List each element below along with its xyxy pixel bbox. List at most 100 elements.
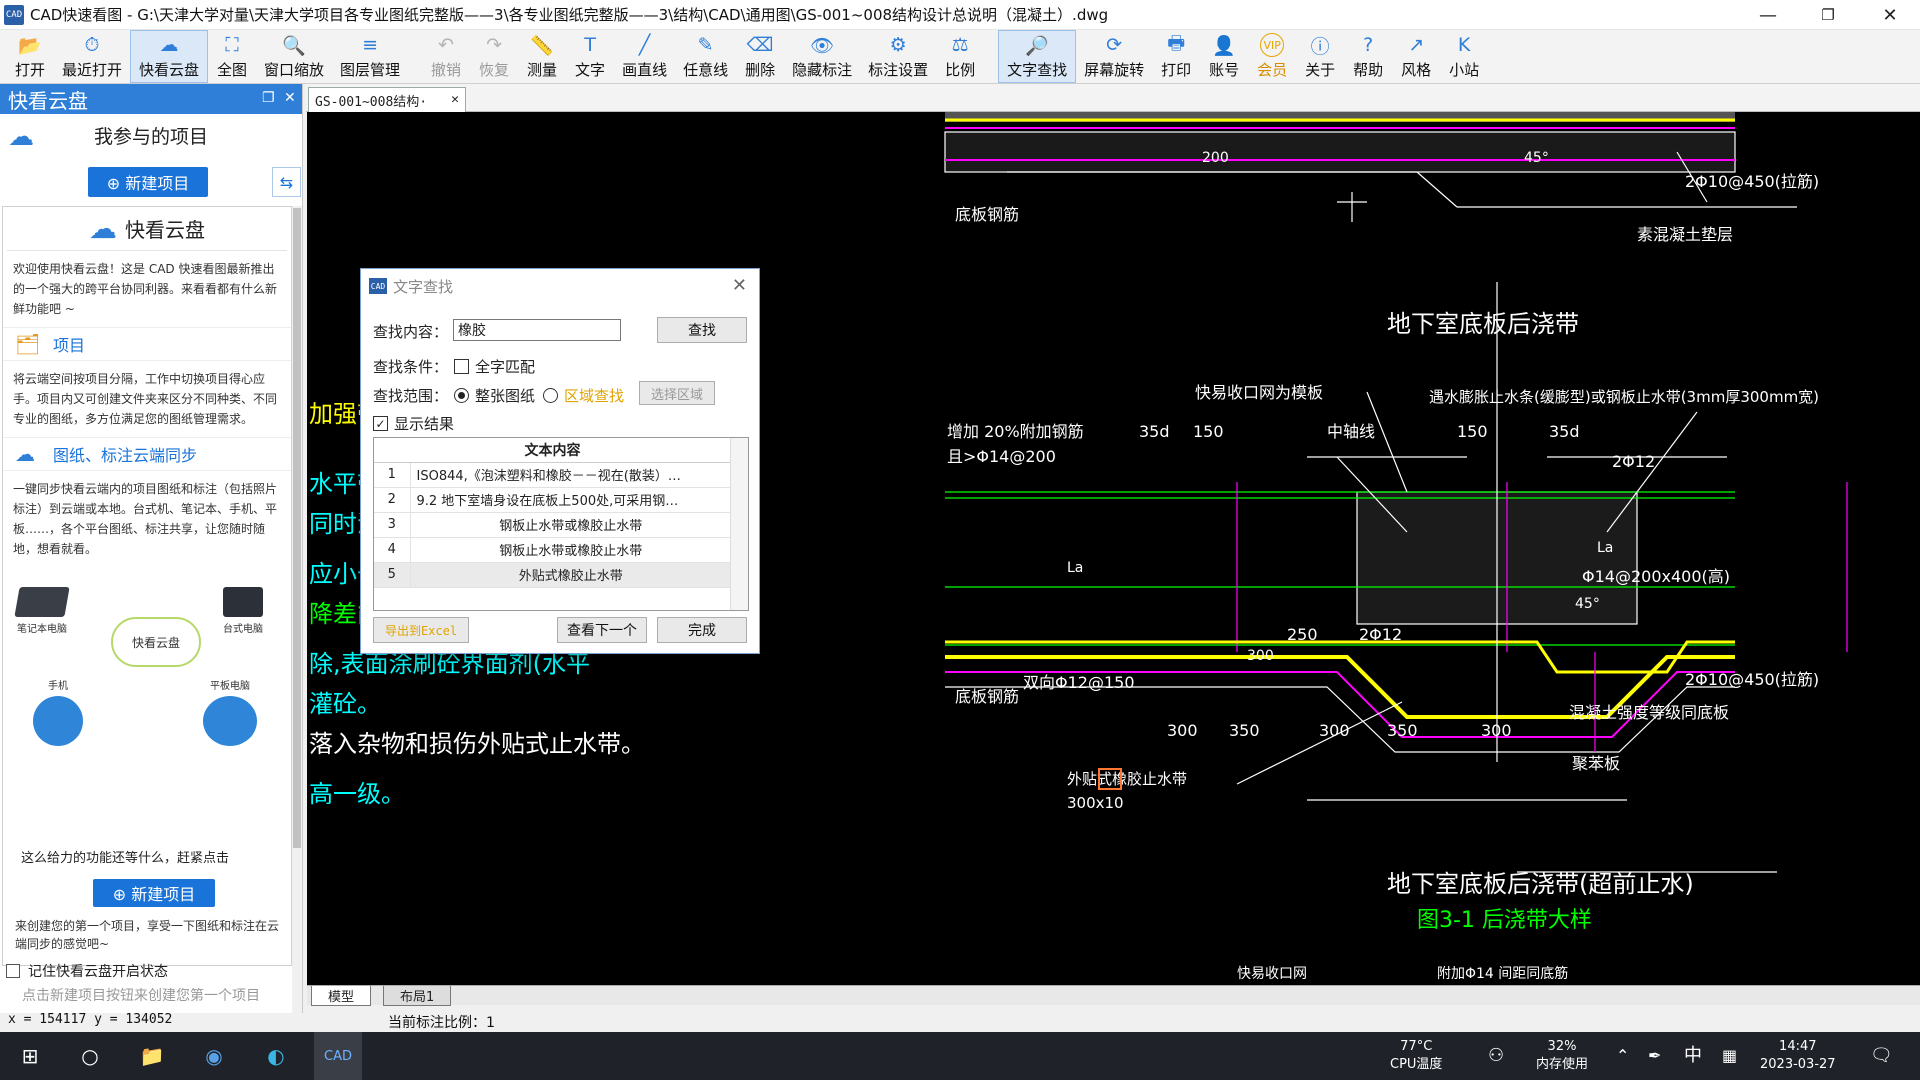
full-match-checkbox[interactable] — [454, 359, 470, 374]
done-button[interactable]: 完成 — [657, 617, 747, 643]
ime-indicator[interactable]: 中 — [1684, 1032, 1702, 1080]
tab-model[interactable]: 模型 — [311, 986, 372, 1006]
find-button[interactable]: 查找 — [657, 317, 747, 343]
toolbar-redo-button[interactable]: ↷ 恢复 — [470, 30, 518, 83]
dialog-close-button[interactable]: ✕ — [732, 275, 747, 296]
app-icon-1[interactable]: ◉ — [190, 1032, 238, 1080]
toolbar-label: 打印 — [1161, 61, 1192, 79]
toolbar-undo-button[interactable]: ↶ 撤销 — [422, 30, 470, 83]
notification-icon[interactable]: 🗨 — [1870, 1032, 1893, 1080]
cad-label-polystyrene: 聚苯板 — [1572, 754, 1620, 773]
final-text: 来创建您的第一个项目，享受一下图纸和标注在云端同步的感觉吧~ — [15, 919, 280, 951]
help-icon: ? — [1363, 34, 1374, 56]
result-row[interactable]: 3 钢板止水带或橡胶止水带 — [374, 512, 731, 538]
toolbar-line-button[interactable]: ╱ 画直线 — [614, 30, 675, 83]
measure-icon: 📏 — [530, 34, 554, 57]
toolbar-scale-button[interactable]: ⚖ 比例 — [936, 30, 984, 83]
toolbar-fit-button[interactable]: ⛶ 全图 — [208, 30, 256, 83]
toolbar-pen-button[interactable]: ✎ 任意线 — [675, 30, 736, 83]
panel-close-button[interactable]: ✕ — [284, 90, 296, 106]
result-index: 1 — [374, 462, 411, 488]
laptop-icon — [14, 587, 70, 617]
toolbar-layers-button[interactable]: ≡ 图层管理 — [332, 30, 408, 83]
panel-restore-button[interactable]: ❐ — [262, 90, 275, 106]
sync-icon[interactable]: ⇆ — [272, 167, 301, 197]
result-row[interactable]: 5 外贴式橡胶止水带 — [374, 562, 731, 588]
user-icon: 👤 — [1212, 34, 1236, 57]
result-row[interactable]: 2 9.2 地下室墙身设在底板上500处,可采用钢… — [374, 487, 731, 513]
result-row[interactable]: 4 钢板止水带或橡胶止水带 — [374, 537, 731, 563]
results-scrollbar[interactable] — [730, 438, 748, 610]
scale-icon: ⚖ — [951, 34, 969, 56]
toolbar-text-button[interactable]: T 文字 — [566, 30, 614, 83]
clock[interactable]: 14:47 2023-03-27 — [1760, 1032, 1836, 1080]
file-explorer-icon[interactable]: 📁 — [128, 1032, 176, 1080]
show-results-checkbox[interactable]: ✓ — [373, 416, 388, 431]
toolbar-vip-button[interactable]: VIP 会员 — [1248, 30, 1296, 83]
toolbar-folder-button[interactable]: 📂 打开 — [6, 30, 54, 83]
panel-scrollbar[interactable] — [292, 206, 302, 1016]
toolbar-help-button[interactable]: ? 帮助 — [1344, 30, 1392, 83]
close-tab-icon[interactable]: ✕ — [451, 92, 459, 107]
toolbar-rotate-button[interactable]: ⟳ 屏幕旋转 — [1076, 30, 1152, 83]
maximize-button[interactable]: ❐ — [1800, 0, 1856, 30]
next-button[interactable]: 查看下一个 — [557, 617, 647, 643]
toolbar-user-button[interactable]: 👤 账号 — [1200, 30, 1248, 83]
chevron-up-icon[interactable]: ⌃ — [1616, 1032, 1629, 1080]
toolbar-clock-button[interactable]: ⏱ 最近打开 — [54, 30, 130, 83]
close-button[interactable]: ✕ — [1862, 0, 1918, 30]
cloud-upload-icon: ☁ — [15, 442, 35, 466]
cad-label-45a: 45° — [1524, 150, 1549, 166]
toolbar-style-button[interactable]: ↗ 风格 — [1392, 30, 1440, 83]
result-row[interactable]: 1 ISO844,《泡沫塑料和橡胶－－视在(散装）… — [374, 462, 731, 488]
toolbar-measure-button[interactable]: 📏 测量 — [518, 30, 566, 83]
clock-icon: ⏱ — [84, 34, 100, 56]
remember-checkbox[interactable] — [6, 964, 20, 978]
toolbar-zoom-window-button[interactable]: 🔍 窗口缩放 — [256, 30, 332, 83]
cad-label-35d-a: 35d — [1139, 422, 1170, 441]
cad-label-300v: 300 — [1247, 648, 1274, 664]
cloud-center: 快看云盘 — [111, 617, 201, 667]
toolbar-k-button[interactable]: K 小站 — [1440, 30, 1488, 83]
toolbar-label: 恢复 — [479, 61, 510, 79]
people-icon[interactable]: ⚇ — [1488, 1032, 1504, 1080]
toolbar-label: 任意线 — [683, 61, 729, 79]
search-circle-icon[interactable]: ○ — [66, 1032, 114, 1080]
cad-label-cushion: 素混凝土垫层 — [1637, 225, 1733, 244]
toolbar-cloud-button[interactable]: ☁ 快看云盘 — [130, 30, 209, 83]
browser-icon[interactable]: ◐ — [252, 1032, 300, 1080]
select-region-button[interactable]: 选择区域 — [639, 381, 715, 405]
cad-label-ext-size: 300x10 — [1067, 794, 1124, 812]
result-index: 5 — [374, 562, 411, 588]
cad-figure-caption: 图3-1 后浇带大样 — [1417, 908, 1592, 933]
whole-drawing-radio[interactable] — [454, 388, 470, 403]
toolbar-eraser-button[interactable]: ⌫ 删除 — [736, 30, 784, 83]
cloud-panel-title: 快看云盘 — [8, 88, 88, 113]
layers-icon: ≡ — [362, 34, 378, 56]
toolbar-eye-button[interactable]: 👁 隐藏标注 — [784, 30, 860, 83]
region-radio[interactable] — [543, 388, 559, 403]
minimize-button[interactable]: — — [1740, 0, 1796, 30]
search-input[interactable]: 橡胶 — [453, 319, 621, 341]
section-projects-title: 项目 — [53, 336, 86, 355]
toolbar-text-search-button[interactable]: 🔎 文字查找 — [998, 30, 1077, 83]
remember-checkbox-row[interactable]: 记住快看云盘开启状态 — [6, 961, 168, 981]
windows-start-icon[interactable]: ⊞ — [6, 1032, 54, 1080]
results-header: 文本内容 — [374, 438, 731, 463]
new-project-button-2[interactable]: ⊕ 新建项目 — [93, 879, 215, 907]
toolbar-gear-button[interactable]: ⚙ 标注设置 — [860, 30, 936, 83]
search-label: 查找内容： — [373, 323, 449, 341]
export-excel-button[interactable]: 导出到Excel — [373, 617, 469, 643]
document-tab[interactable]: GS-001~008结构· ✕ — [308, 87, 466, 112]
scrollbar-thumb[interactable] — [293, 208, 301, 848]
tab-layout1[interactable]: 布局1 — [383, 986, 452, 1006]
cloud-icon: ☁ — [8, 122, 34, 152]
dialog-titlebar: CAD 文字查找 — [361, 269, 759, 303]
desktop-label: 台式电脑 — [223, 624, 263, 635]
pen-tray-icon[interactable]: ✒ — [1648, 1032, 1661, 1080]
cad-app-taskbar-icon[interactable]: CAD — [314, 1032, 362, 1080]
toolbar-info-button[interactable]: ⓘ 关于 — [1296, 30, 1344, 83]
keyboard-icon[interactable]: ▦ — [1722, 1032, 1737, 1080]
toolbar-printer-button[interactable]: 🖶 打印 — [1152, 30, 1200, 83]
new-project-button[interactable]: ⊕ 新建项目 — [88, 167, 208, 197]
